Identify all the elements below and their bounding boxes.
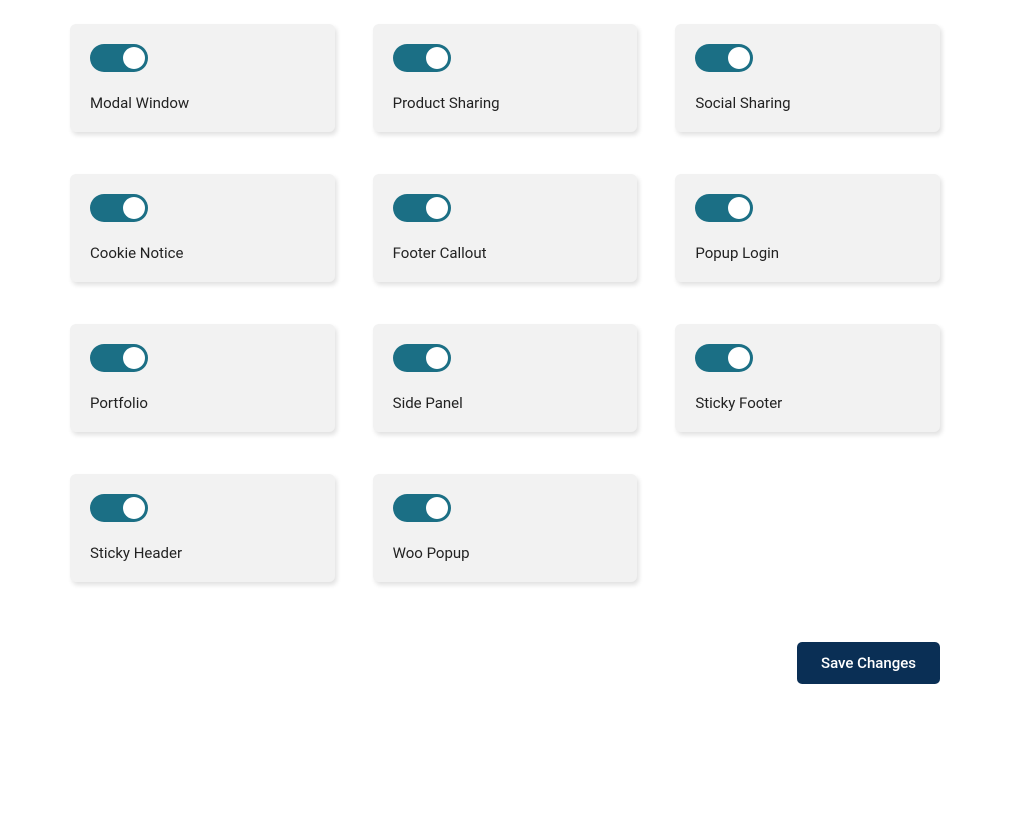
toggle-social-sharing[interactable] [695, 44, 753, 72]
setting-label: Popup Login [695, 244, 920, 262]
setting-label: Footer Callout [393, 244, 618, 262]
setting-label: Woo Popup [393, 544, 618, 562]
setting-card-woo-popup: Woo Popup [373, 474, 638, 582]
save-button[interactable]: Save Changes [797, 642, 940, 684]
setting-card-footer-callout: Footer Callout [373, 174, 638, 282]
setting-card-popup-login: Popup Login [675, 174, 940, 282]
toggle-knob [426, 47, 448, 69]
toggle-modal-window[interactable] [90, 44, 148, 72]
toggle-popup-login[interactable] [695, 194, 753, 222]
setting-label: Sticky Footer [695, 394, 920, 412]
toggle-knob [426, 497, 448, 519]
toggle-cookie-notice[interactable] [90, 194, 148, 222]
toggle-footer-callout[interactable] [393, 194, 451, 222]
toggle-portfolio[interactable] [90, 344, 148, 372]
toggle-sticky-footer[interactable] [695, 344, 753, 372]
setting-label: Portfolio [90, 394, 315, 412]
setting-card-social-sharing: Social Sharing [675, 24, 940, 132]
setting-card-side-panel: Side Panel [373, 324, 638, 432]
setting-label: Cookie Notice [90, 244, 315, 262]
setting-card-cookie-notice: Cookie Notice [70, 174, 335, 282]
setting-card-sticky-footer: Sticky Footer [675, 324, 940, 432]
setting-label: Sticky Header [90, 544, 315, 562]
toggle-knob [123, 497, 145, 519]
settings-grid: Modal Window Product Sharing Social Shar… [70, 24, 940, 582]
footer-actions: Save Changes [70, 642, 940, 684]
toggle-knob [728, 47, 750, 69]
setting-label: Product Sharing [393, 94, 618, 112]
toggle-product-sharing[interactable] [393, 44, 451, 72]
toggle-sticky-header[interactable] [90, 494, 148, 522]
setting-label: Modal Window [90, 94, 315, 112]
toggle-woo-popup[interactable] [393, 494, 451, 522]
toggle-side-panel[interactable] [393, 344, 451, 372]
toggle-knob [728, 197, 750, 219]
setting-card-portfolio: Portfolio [70, 324, 335, 432]
setting-card-modal-window: Modal Window [70, 24, 335, 132]
toggle-knob [426, 197, 448, 219]
toggle-knob [123, 197, 145, 219]
setting-card-sticky-header: Sticky Header [70, 474, 335, 582]
toggle-knob [728, 347, 750, 369]
toggle-knob [123, 347, 145, 369]
toggle-knob [123, 47, 145, 69]
setting-card-product-sharing: Product Sharing [373, 24, 638, 132]
toggle-knob [426, 347, 448, 369]
setting-label: Social Sharing [695, 94, 920, 112]
setting-label: Side Panel [393, 394, 618, 412]
